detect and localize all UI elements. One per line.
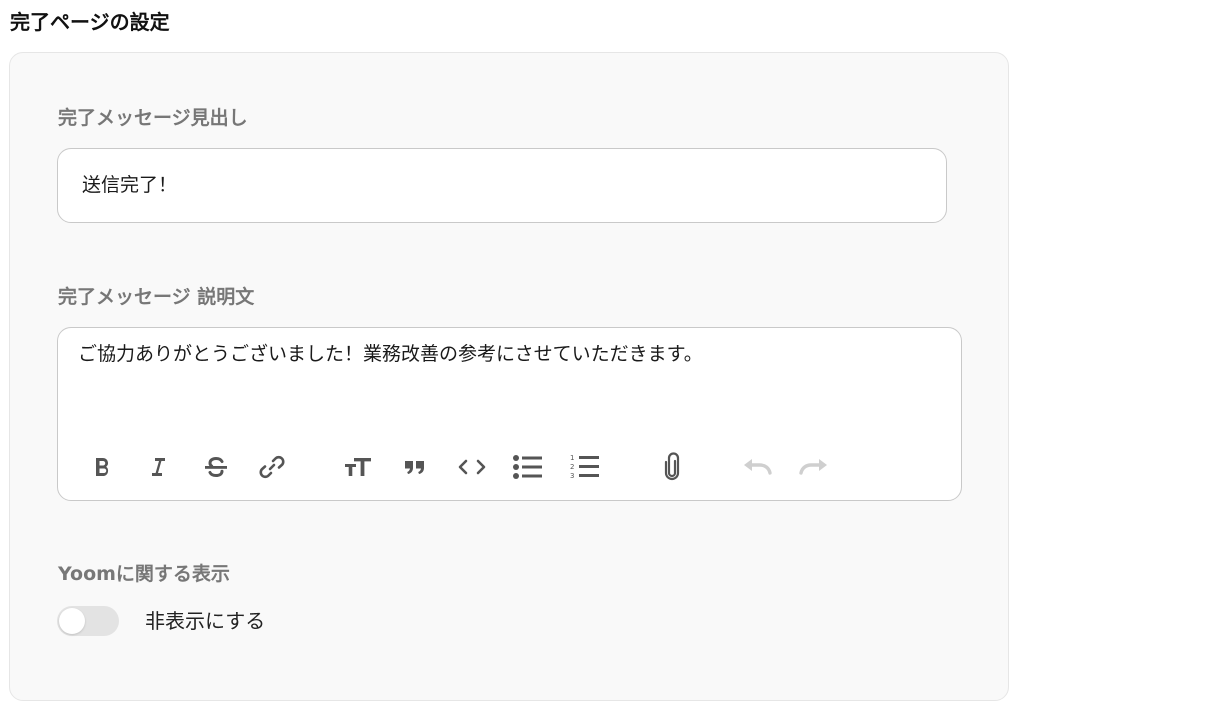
quote-button[interactable] (398, 450, 432, 484)
bullet-list-button[interactable] (511, 450, 545, 484)
strikethrough-icon (205, 456, 227, 478)
svg-text:1: 1 (570, 454, 574, 462)
strikethrough-button[interactable] (199, 450, 233, 484)
code-icon (458, 459, 486, 475)
italic-button[interactable] (141, 450, 175, 484)
undo-icon (744, 459, 772, 475)
bold-button[interactable] (85, 450, 119, 484)
link-button[interactable] (255, 450, 289, 484)
yoom-display-label: Yoomに関する表示 (58, 563, 230, 585)
bullet-list-icon (513, 455, 542, 479)
heading-icon (345, 458, 371, 476)
hide-yoom-toggle-label: 非表示にする (145, 609, 266, 633)
heading-button[interactable] (341, 450, 375, 484)
completion-settings-card: 完了メッセージ見出し 送信完了！ 完了メッセージ 説明文 ご協力ありがとうござい… (9, 52, 1009, 701)
heading-field-label: 完了メッセージ見出し (58, 107, 248, 129)
page-title: 完了ページの設定 (10, 10, 170, 34)
description-field-label: 完了メッセージ 説明文 (58, 286, 255, 308)
undo-button[interactable] (740, 450, 774, 484)
paperclip-icon (664, 452, 680, 481)
link-icon (259, 455, 285, 479)
numbered-list-button[interactable]: 1 2 3 (568, 450, 602, 484)
bold-icon (96, 458, 109, 476)
attach-button[interactable] (655, 450, 689, 484)
numbered-list-icon: 1 2 3 (570, 454, 599, 480)
quote-icon (405, 461, 424, 474)
redo-icon (799, 459, 827, 475)
description-text[interactable]: ご協力ありがとうございました！業務改善の参考にさせていただきます。 (78, 340, 703, 368)
redo-button[interactable] (797, 450, 831, 484)
code-button[interactable] (455, 450, 489, 484)
heading-input[interactable]: 送信完了！ (57, 148, 947, 223)
svg-text:3: 3 (570, 472, 574, 480)
toggle-knob (59, 608, 85, 634)
description-editor[interactable]: ご協力ありがとうございました！業務改善の参考にさせていただきます。 1 2 3 (57, 327, 962, 501)
hide-yoom-toggle[interactable] (57, 606, 119, 636)
italic-icon (152, 458, 165, 476)
svg-text:2: 2 (570, 463, 574, 471)
